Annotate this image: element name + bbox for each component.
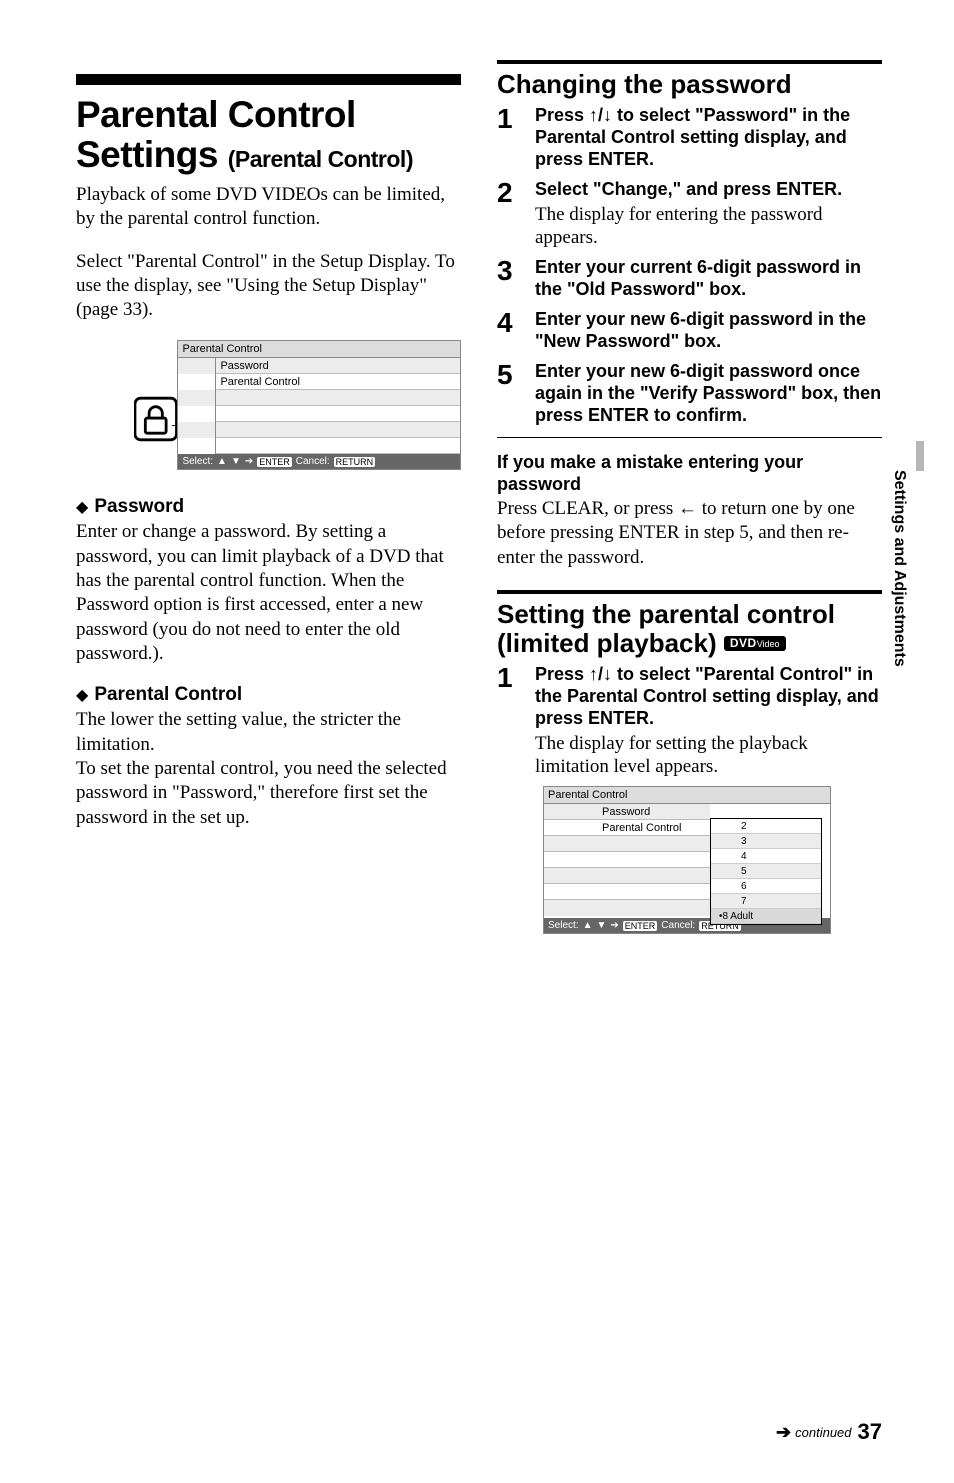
menu1-row-blank1 bbox=[216, 390, 460, 406]
menu1-row-blank3 bbox=[216, 422, 460, 438]
level-row: 5 bbox=[711, 864, 821, 879]
dia-parental-label: Parental Control bbox=[94, 684, 242, 706]
side-tab-label: Settings and Adjustments bbox=[890, 470, 908, 667]
step-5: 5 Enter your new 6-digit password once a… bbox=[497, 361, 882, 427]
step-num: 4 bbox=[497, 309, 521, 353]
step-4: 4 Enter your new 6-digit password in the… bbox=[497, 309, 882, 353]
password-paragraph: Enter or change a password. By setting a… bbox=[76, 520, 461, 666]
level-row: 3 bbox=[711, 834, 821, 849]
mistake-heading: If you make a mistake entering your pass… bbox=[497, 452, 882, 495]
up-icon: ▲ bbox=[217, 456, 227, 467]
menu1-row-parental: Parental Control bbox=[216, 374, 460, 390]
level-row: 4 bbox=[711, 849, 821, 864]
menu1-row-blank4 bbox=[216, 438, 460, 454]
step-num: 5 bbox=[497, 361, 521, 427]
subhead-line1: Setting the parental control bbox=[497, 599, 835, 629]
menu-box-1: Parental Control Password Parental Contr… bbox=[177, 340, 461, 470]
step5-bold: Enter your new 6-digit password once aga… bbox=[535, 361, 882, 427]
up-icon: ▲ bbox=[583, 920, 593, 931]
menu1-footer-cancel: Cancel: bbox=[296, 456, 330, 467]
right-icon: ➔ bbox=[245, 456, 253, 467]
step-3: 3 Enter your current 6-digit password in… bbox=[497, 257, 882, 301]
menu2-footer-enter: ENTER bbox=[623, 921, 658, 931]
page-number: 37 bbox=[858, 1419, 882, 1445]
badge-dvd: DVD bbox=[730, 636, 757, 650]
menu1-footer: Select: ▲ ▼ ➔ ENTER Cancel: RETURN bbox=[178, 454, 460, 469]
side-rule bbox=[916, 441, 924, 471]
menu2-level-list: 2 3 4 5 6 7 • 8 Adult bbox=[710, 818, 822, 925]
page-footer: continued 37 bbox=[776, 1419, 882, 1445]
diamond-icon bbox=[76, 684, 88, 706]
menu1-row-password: Password bbox=[216, 358, 460, 374]
menu1-footer-return: RETURN bbox=[334, 457, 376, 467]
step-num: 1 bbox=[497, 664, 521, 778]
menu1-footer-enter: ENTER bbox=[257, 457, 292, 467]
menu2-midcol: Password Parental Control bbox=[598, 804, 710, 918]
parental-paragraph: The lower the setting value, the stricte… bbox=[76, 708, 461, 830]
level-row-selected: • 8 Adult bbox=[711, 909, 821, 924]
menu-illustration-1: Parental Control Password Parental Contr… bbox=[134, 340, 461, 470]
diamond-icon bbox=[76, 496, 88, 518]
step-num: 1 bbox=[497, 105, 521, 171]
continued-label: continued bbox=[795, 1425, 851, 1440]
limstep1-bold: Press ↑/↓ to select "Parental Control" i… bbox=[535, 664, 882, 730]
menu1-title: Parental Control bbox=[178, 341, 460, 358]
level-row: 6 bbox=[711, 879, 821, 894]
step2-bold: Select "Change," and press ENTER. bbox=[535, 179, 882, 201]
menu-box-2: Parental Control Password Parental Contr… bbox=[543, 786, 831, 934]
step1-bold: Press ↑/↓ to select "Password" in the Pa… bbox=[535, 105, 882, 171]
limited-step-1: 1 Press ↑/↓ to select "Parental Control"… bbox=[497, 664, 882, 778]
intro-paragraph-1: Playback of some DVD VIDEOs can be limit… bbox=[76, 183, 461, 232]
step-num: 2 bbox=[497, 179, 521, 249]
level-row: 2 bbox=[711, 819, 821, 834]
down-icon: ▼ bbox=[231, 456, 241, 467]
menu1-leftcol bbox=[178, 358, 216, 454]
level-row: 7 bbox=[711, 894, 821, 909]
title-sub: (Parental Control) bbox=[228, 146, 413, 172]
page-title: Parental Control Settings (Parental Cont… bbox=[76, 74, 461, 175]
menu2-footer-select: Select: bbox=[548, 920, 579, 931]
menu1-row-blank2 bbox=[216, 406, 460, 422]
menu1-footer-select: Select: bbox=[182, 456, 213, 467]
separator-line bbox=[497, 437, 882, 438]
limstep1-body: The display for setting the playback lim… bbox=[535, 732, 882, 778]
diamond-heading-parental: Parental Control bbox=[76, 684, 461, 706]
menu2-left-row1: Password bbox=[598, 804, 710, 820]
continued-arrow-icon bbox=[776, 1422, 791, 1443]
lock-link-icon bbox=[134, 396, 177, 442]
dvd-video-badge: DVDVideo bbox=[724, 636, 786, 651]
subhead-changing-password: Changing the password bbox=[497, 60, 882, 99]
subhead-line2: (limited playback) bbox=[497, 628, 717, 658]
level-sel-text: 8 Adult bbox=[723, 911, 754, 922]
menu2-leftcol bbox=[544, 804, 598, 918]
step3-bold: Enter your current 6-digit password in t… bbox=[535, 257, 882, 301]
menu2-footer-cancel: Cancel: bbox=[661, 920, 695, 931]
menu2-title: Parental Control bbox=[544, 787, 830, 804]
steps-limited: 1 Press ↑/↓ to select "Parental Control"… bbox=[497, 664, 882, 778]
right-icon: ➔ bbox=[610, 920, 618, 931]
badge-video: Video bbox=[757, 639, 780, 649]
steps-change-password: 1 Press ↑/↓ to select "Password" in the … bbox=[497, 105, 882, 427]
dia-password-label: Password bbox=[94, 496, 184, 518]
step-1: 1 Press ↑/↓ to select "Password" in the … bbox=[497, 105, 882, 171]
step2-body: The display for entering the password ap… bbox=[535, 203, 882, 249]
step-2: 2 Select "Change," and press ENTER. The … bbox=[497, 179, 882, 249]
menu2-left-row2: Parental Control bbox=[598, 820, 710, 836]
mistake-body: Press CLEAR, or press ← to return one by… bbox=[497, 497, 882, 570]
diamond-heading-password: Password bbox=[76, 496, 461, 518]
down-icon: ▼ bbox=[596, 920, 606, 931]
step-num: 3 bbox=[497, 257, 521, 301]
intro-paragraph-2: Select "Parental Control" in the Setup D… bbox=[76, 250, 461, 323]
step4-bold: Enter your new 6-digit password in the "… bbox=[535, 309, 882, 353]
subhead-limited-playback: Setting the parental control (limited pl… bbox=[497, 590, 882, 658]
